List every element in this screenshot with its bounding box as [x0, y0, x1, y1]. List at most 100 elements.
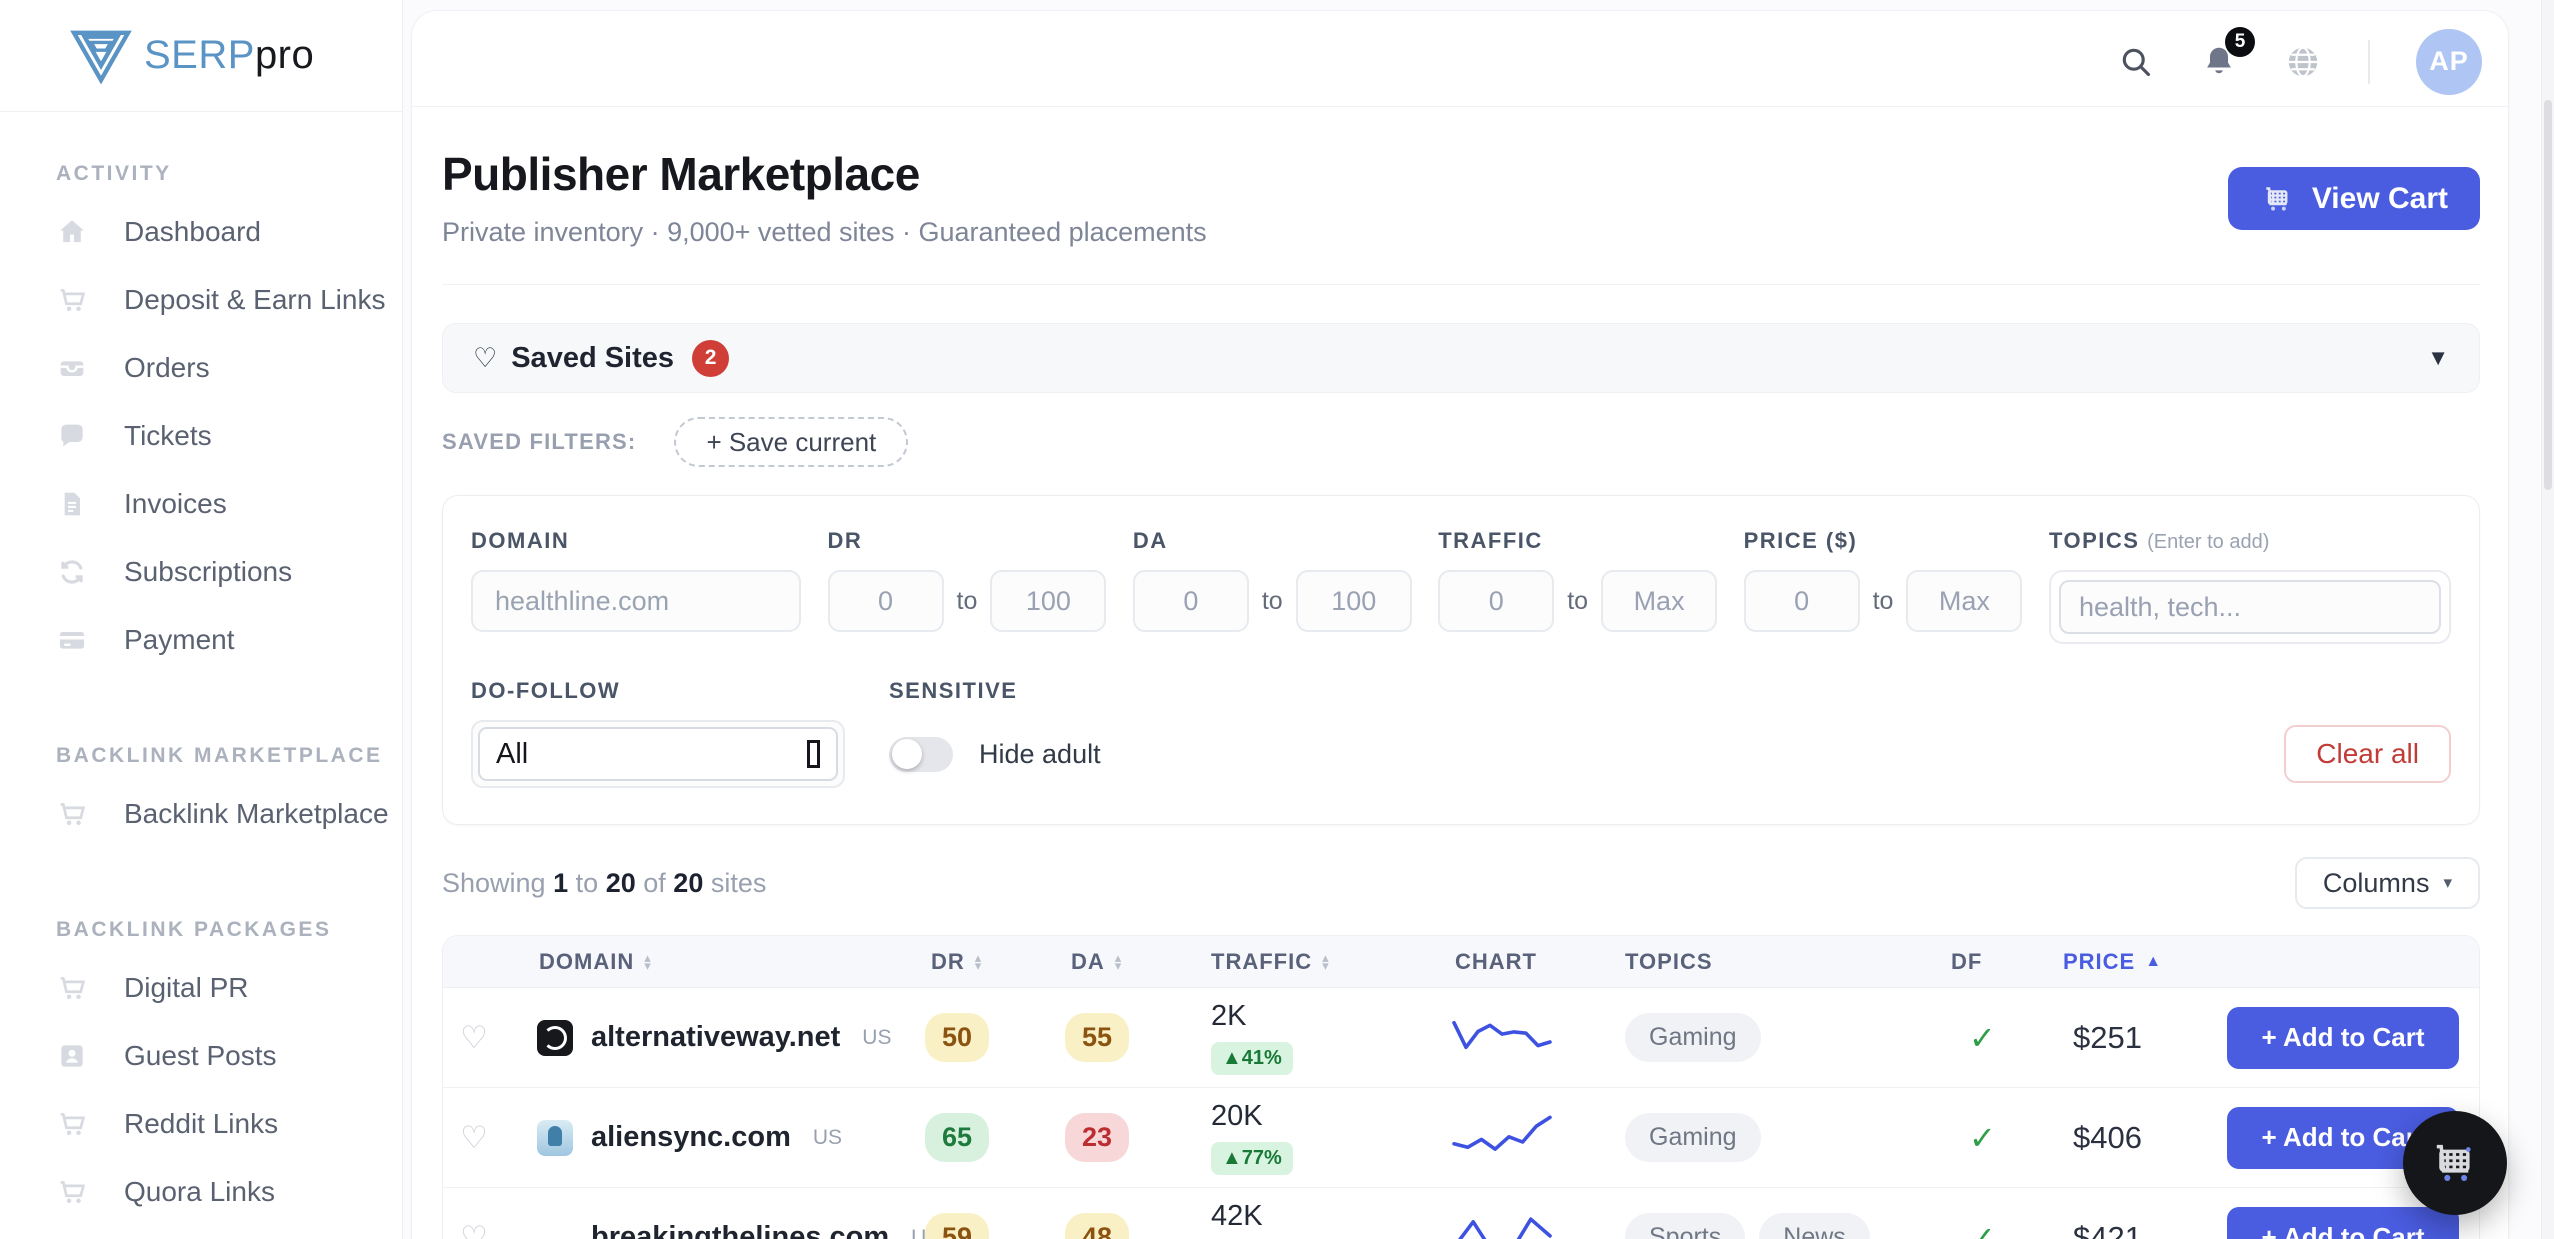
- price-min-input[interactable]: [1744, 570, 1860, 632]
- chevron-down-icon: ▾: [2443, 873, 2452, 893]
- sidebar-item-payment[interactable]: Payment: [0, 606, 402, 674]
- content-card: 5 AP Publisher Marketplace Private inven…: [411, 10, 2509, 1239]
- traffic-value: 42K: [1211, 1200, 1411, 1233]
- da-min-input[interactable]: [1133, 570, 1249, 632]
- saved-sites-accordion[interactable]: ♡ Saved Sites 2 ▼: [442, 323, 2480, 393]
- page-subtitle: Private inventory · 9,000+ vetted sites …: [442, 217, 1207, 248]
- columns-dropdown-button[interactable]: Columns ▾: [2295, 857, 2480, 909]
- globe-language-icon[interactable]: [2284, 43, 2322, 81]
- topic-chip: Gaming: [1625, 1013, 1761, 1062]
- page-title: Publisher Marketplace: [442, 147, 1207, 201]
- da-max-input[interactable]: [1296, 570, 1412, 632]
- range-joiner: to: [1262, 587, 1283, 616]
- sidebar-item-backlink-marketplace[interactable]: Backlink Marketplace: [0, 780, 402, 848]
- brand-logo[interactable]: SERPpro: [0, 0, 402, 112]
- sidebar-item-label: Orders: [124, 352, 210, 384]
- save-current-filter-button[interactable]: + Save current: [674, 417, 908, 467]
- sidebar-item-tickets[interactable]: Tickets: [0, 402, 402, 470]
- topic-chip: Gaming: [1625, 1113, 1761, 1162]
- dofollow-select[interactable]: All: [471, 720, 845, 788]
- site-country: US: [813, 1126, 842, 1150]
- sidebar-item-label: Tickets: [124, 420, 212, 452]
- traffic-max-input[interactable]: [1601, 570, 1717, 632]
- sidebar-item-dashboard[interactable]: Dashboard: [0, 198, 402, 266]
- notifications-bell-icon[interactable]: 5: [2200, 43, 2238, 81]
- topics-filter-input[interactable]: [2059, 580, 2441, 634]
- floating-cart-button[interactable]: [2403, 1111, 2507, 1215]
- cart-icon: [2427, 1135, 2483, 1191]
- table-row: ♡ alternativeway.net US 50 55 2K ▲41% Ga…: [443, 988, 2479, 1088]
- favorite-heart-icon[interactable]: ♡: [460, 1020, 488, 1056]
- traffic-filter-label: TRAFFIC: [1438, 528, 1717, 554]
- saved-filters-label: SAVED FILTERS:: [442, 429, 636, 455]
- serppro-logo-icon: [70, 28, 132, 84]
- traffic-sparkline: [1450, 1008, 1554, 1067]
- cart-icon: [56, 972, 88, 1004]
- sidebar-item-deposit-earn-links[interactable]: Deposit & Earn Links: [0, 266, 402, 334]
- section-label-backlink-marketplace: BACKLINK MARKETPLACE: [0, 720, 402, 780]
- dofollow-filter-label: DO-FOLLOW: [471, 678, 845, 704]
- dr-max-input[interactable]: [990, 570, 1106, 632]
- hide-adult-toggle[interactable]: [889, 737, 953, 772]
- clear-all-filters-button[interactable]: Clear all: [2284, 725, 2451, 783]
- traffic-min-input[interactable]: [1438, 570, 1554, 632]
- da-badge: 48: [1065, 1213, 1129, 1239]
- header-topics: TOPICS: [1593, 949, 1917, 975]
- search-icon[interactable]: [2118, 44, 2154, 80]
- domain-filter-input[interactable]: [471, 570, 801, 632]
- sort-icon: ▴▾: [1115, 954, 1123, 970]
- filter-da: DA to: [1133, 528, 1412, 644]
- site-domain[interactable]: alternativeway.net: [591, 1021, 840, 1054]
- results-bar: Showing 1 to 20 of 20 sites Columns ▾: [442, 857, 2480, 909]
- topics-filter-hint: (Enter to add): [2147, 531, 2269, 553]
- cart-icon: [56, 1108, 88, 1140]
- site-domain[interactable]: aliensync.com: [591, 1121, 791, 1154]
- topbar-divider: [2368, 40, 2370, 84]
- header-df: DF: [1917, 949, 2011, 975]
- toggle-knob: [892, 739, 922, 769]
- dofollow-selected-value: All: [496, 738, 528, 771]
- site-favicon: [537, 1020, 573, 1056]
- cart-icon: [56, 284, 88, 316]
- header-domain[interactable]: DOMAIN ▴▾: [505, 949, 887, 975]
- range-joiner: to: [1567, 587, 1588, 616]
- add-to-cart-button[interactable]: + Add to Cart: [2227, 1007, 2459, 1069]
- sort-ascending-icon: ▲: [2145, 953, 2162, 971]
- header-divider: [442, 284, 2480, 285]
- header-dr[interactable]: DR ▴▾: [887, 949, 1027, 975]
- sidebar-item-digital-pr[interactable]: Digital PR: [0, 954, 402, 1022]
- scrollbar-thumb[interactable]: [2544, 100, 2552, 490]
- header-price[interactable]: PRICE ▲: [2011, 949, 2177, 975]
- table-row: ♡ aliensync.com US 65 23 20K ▲77% Gaming: [443, 1088, 2479, 1188]
- favorite-heart-icon[interactable]: ♡: [460, 1220, 488, 1239]
- sidebar-item-subscriptions[interactable]: Subscriptions: [0, 538, 402, 606]
- header-traffic[interactable]: TRAFFIC ▴▾: [1167, 949, 1411, 975]
- view-cart-button[interactable]: View Cart: [2228, 167, 2480, 230]
- sidebar-item-label: Quora Links: [124, 1176, 275, 1208]
- filter-topics: TOPICS (Enter to add): [2049, 528, 2451, 644]
- results-count-text: Showing 1 to 20 of 20 sites: [442, 868, 766, 899]
- favorite-heart-icon[interactable]: ♡: [460, 1120, 488, 1156]
- site-domain[interactable]: breakingthelines.com: [591, 1221, 889, 1239]
- sidebar-item-reddit-links[interactable]: Reddit Links: [0, 1090, 402, 1158]
- da-badge: 55: [1065, 1013, 1129, 1062]
- add-to-cart-button[interactable]: + Add to Cart: [2227, 1207, 2459, 1239]
- sidebar-item-label: Backlink Marketplace: [124, 798, 389, 830]
- page-scrollbar[interactable]: [2541, 0, 2554, 1239]
- price-max-input[interactable]: [1906, 570, 2022, 632]
- price-value: $406: [2011, 1120, 2177, 1156]
- dr-min-input[interactable]: [828, 570, 944, 632]
- header-chart: CHART: [1411, 949, 1593, 975]
- sidebar-item-quora-links[interactable]: Quora Links: [0, 1158, 402, 1226]
- hide-adult-label: Hide adult: [979, 739, 1101, 770]
- sidebar-item-invoices[interactable]: Invoices: [0, 470, 402, 538]
- filter-panel: DOMAIN DR to DA to: [442, 495, 2480, 825]
- home-icon: [56, 216, 88, 248]
- header-da[interactable]: DA ▴▾: [1027, 949, 1167, 975]
- sidebar-item-label: Digital PR: [124, 972, 248, 1004]
- sidebar-item-guest-posts[interactable]: Guest Posts: [0, 1022, 402, 1090]
- inbox-icon: [56, 352, 88, 384]
- table-header-row: DOMAIN ▴▾ DR ▴▾ DA ▴▾ TRAFFIC ▴▾ CHART T…: [443, 936, 2479, 988]
- sidebar-item-orders[interactable]: Orders: [0, 334, 402, 402]
- user-avatar[interactable]: AP: [2416, 29, 2482, 95]
